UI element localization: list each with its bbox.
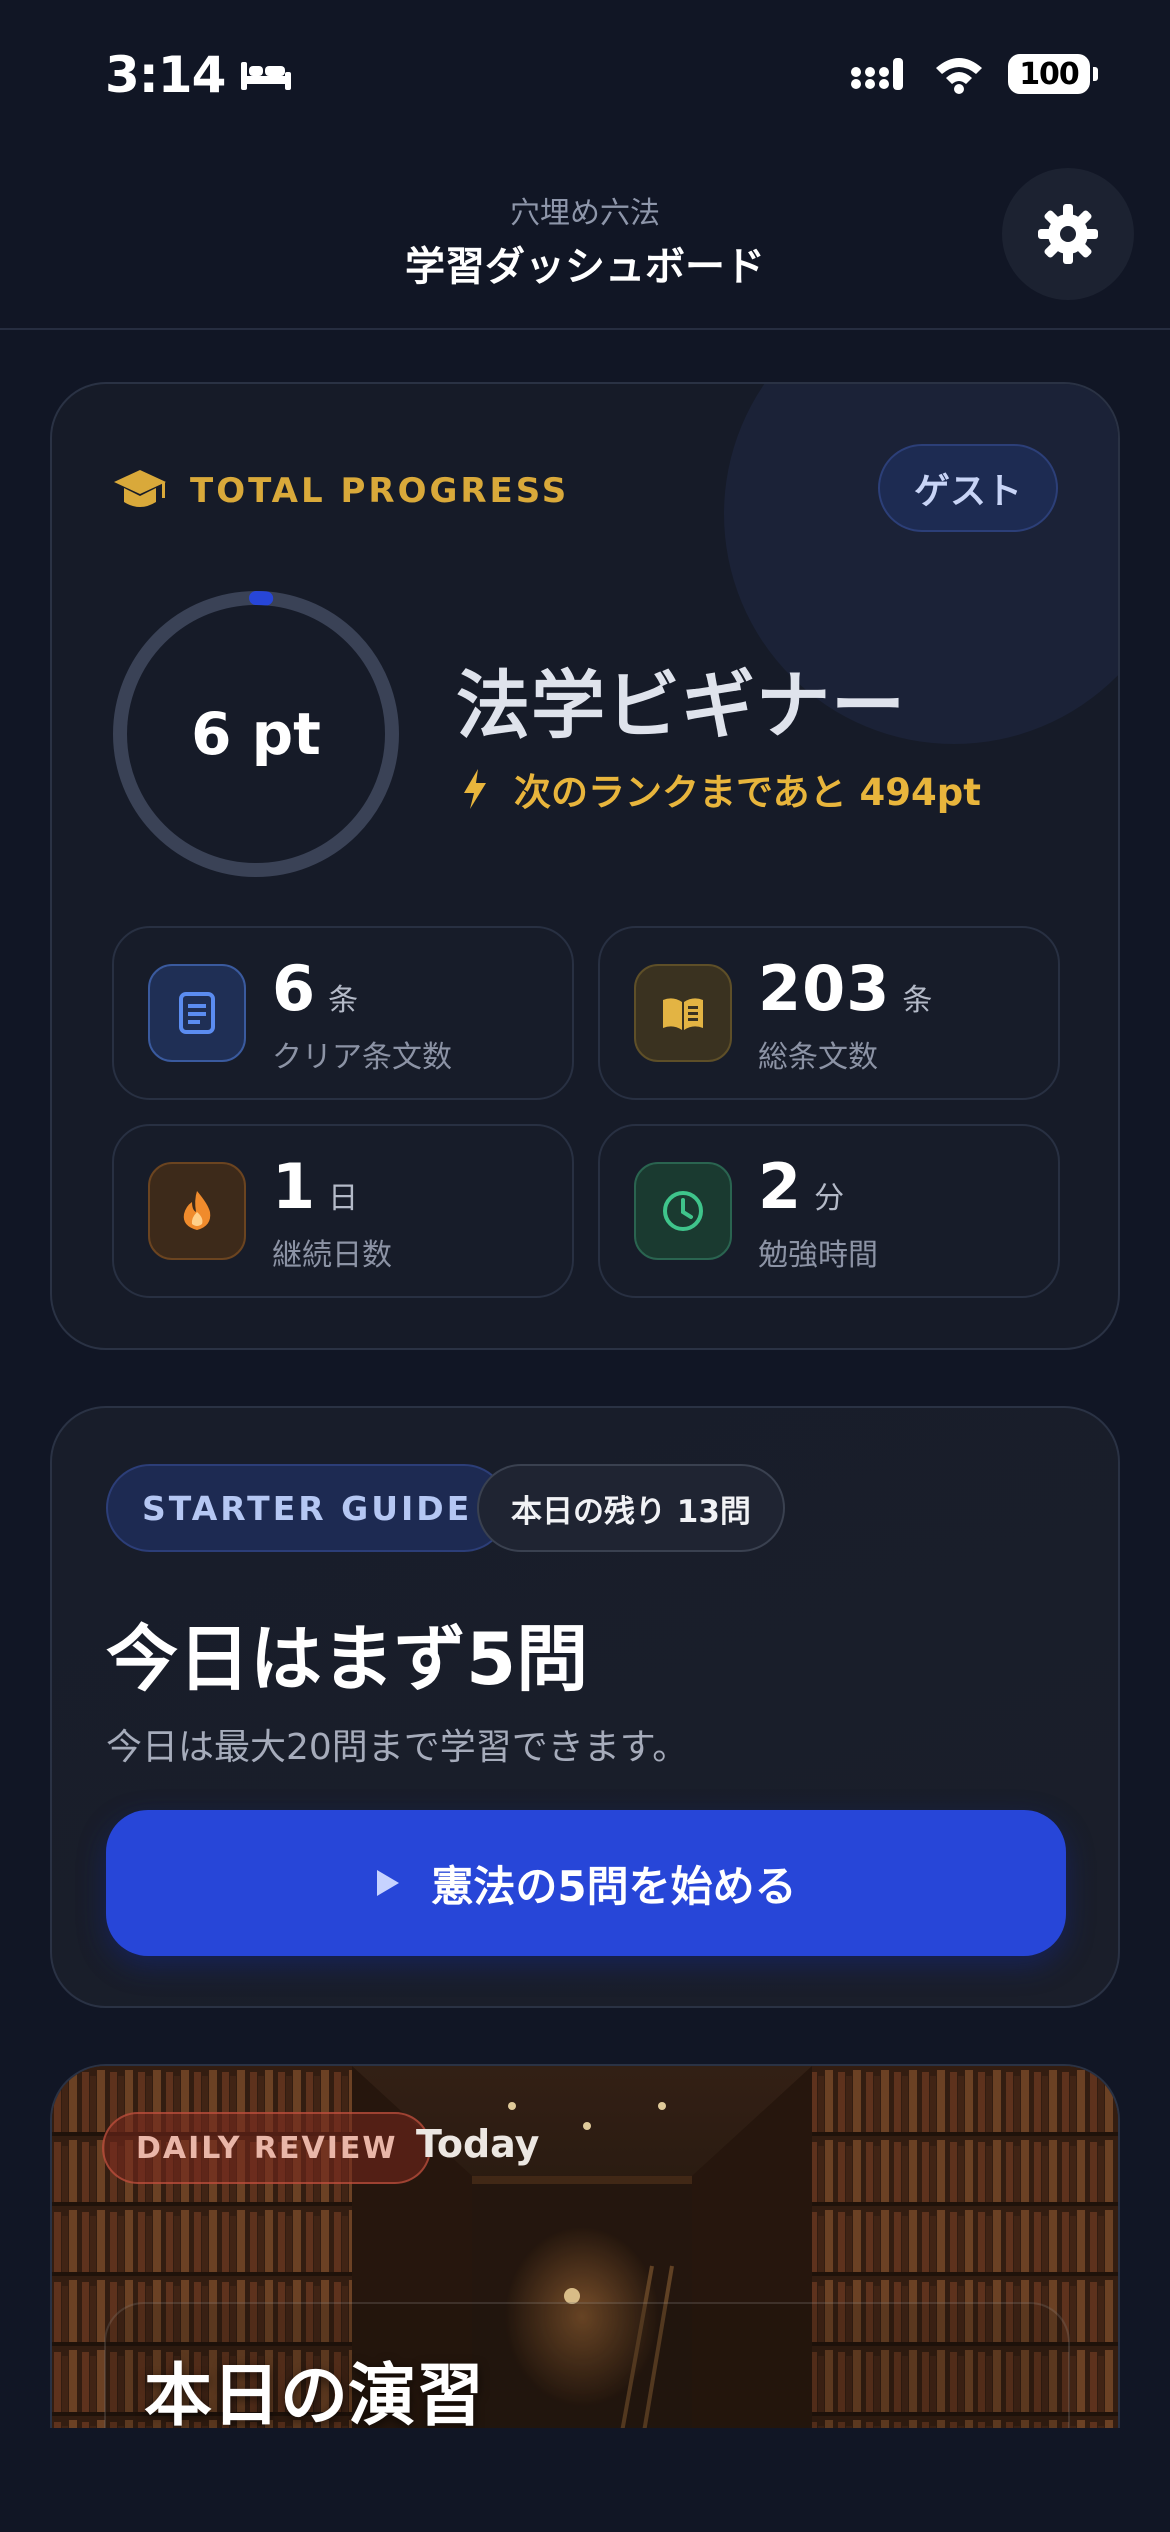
points-ring: 6 pt: [110, 588, 402, 880]
stat-streak-days: 1 日 継続日数: [112, 1124, 574, 1298]
rank-title: 法学ビギナー: [456, 663, 906, 749]
battery-indicator: 100: [1008, 54, 1098, 94]
cellular-signal-icon: [851, 58, 903, 90]
settings-button[interactable]: [1002, 168, 1134, 300]
header: 穴埋め六法 学習ダッシュボード: [0, 168, 1170, 330]
play-icon: [377, 1870, 400, 1896]
status-bar: 3:14 100: [0, 0, 1170, 140]
stat-total-articles: 203 条 総条文数: [598, 926, 1060, 1100]
remaining-questions-badge: 本日の残り 13問: [477, 1464, 785, 1552]
stat-value-row: 203 条: [758, 952, 932, 1025]
bottom-background: [0, 2428, 1170, 2532]
stat-icon-box: [634, 1162, 732, 1260]
app-name: 穴埋め六法: [510, 196, 660, 231]
daily-review-card[interactable]: DAILY REVIEW Today 本日の演習: [50, 2064, 1120, 2430]
stat-unit: 条: [328, 983, 359, 1018]
stat-value-row: 2 分: [758, 1150, 844, 1223]
user-status-badge[interactable]: ゲスト: [878, 444, 1058, 532]
stat-cleared-articles: 6 条 クリア条文数: [112, 926, 574, 1100]
stat-value: 6: [272, 952, 317, 1025]
stat-unit: 条: [902, 983, 933, 1018]
stat-icon-box: [148, 1162, 246, 1260]
next-rank-text: 次のランクまであと 494pt: [514, 771, 981, 814]
stat-label: 勉強時間: [758, 1238, 878, 1273]
page-title: 学習ダッシュボード: [405, 244, 765, 290]
stat-value: 203: [758, 952, 891, 1025]
stat-label: 継続日数: [272, 1238, 392, 1273]
progress-label-text: TOTAL PROGRESS: [190, 471, 570, 511]
stat-icon-box: [148, 964, 246, 1062]
progress-label: TOTAL PROGRESS: [112, 468, 569, 514]
starter-guide-card: STARTER GUIDE 本日の残り 13問 今日はまず5問 今日は最大20問…: [50, 1406, 1120, 2008]
daily-title: 本日の演習: [144, 2357, 485, 2430]
status-time: 3:14: [105, 46, 293, 104]
wifi-icon: [936, 58, 982, 94]
dashboard-screen: 3:14 100 穴埋め六法 学習ダッシュボード TOTAL PROGRESS …: [0, 0, 1170, 2532]
time-text: 3:14: [105, 46, 226, 104]
start-questions-button[interactable]: 憲法の5問を始める: [106, 1810, 1066, 1956]
points-value: 6 pt: [191, 700, 321, 768]
stat-label: 総条文数: [758, 1040, 878, 1075]
flame-icon: [183, 1191, 211, 1230]
stat-unit: 分: [814, 1181, 845, 1216]
document-icon: [179, 992, 215, 1034]
daily-review-badge: DAILY REVIEW: [102, 2112, 432, 2184]
gear-icon: [1038, 204, 1098, 264]
starter-title: 今日はまず5問: [106, 1617, 589, 1701]
stat-study-time: 2 分 勉強時間: [598, 1124, 1060, 1298]
graduation-cap-icon: [114, 470, 166, 507]
stat-label: クリア条文数: [272, 1040, 452, 1075]
stat-value: 2: [758, 1150, 803, 1223]
book-icon: [663, 998, 703, 1030]
total-progress-card: TOTAL PROGRESS ゲスト 6 pt 法学ビギナー 次のランクまであと…: [50, 382, 1120, 1350]
stat-icon-box: [634, 964, 732, 1062]
stat-value-row: 6 条: [272, 952, 358, 1025]
today-label: Today: [416, 2122, 540, 2166]
starter-description: 今日は最大20問まで学習できます。: [106, 1727, 689, 1768]
lightning-icon: [464, 769, 486, 809]
bed-icon: [241, 62, 292, 90]
clock-icon: [663, 1191, 703, 1231]
stat-value-row: 1 日: [272, 1150, 358, 1223]
starter-guide-badge: STARTER GUIDE: [106, 1464, 509, 1552]
next-rank-info: 次のランクまであと 494pt: [460, 762, 981, 816]
start-button-label: 憲法の5問を始める: [431, 1861, 797, 1911]
status-icons: 100: [850, 54, 1098, 94]
stat-unit: 日: [328, 1181, 359, 1216]
stat-value: 1: [272, 1150, 317, 1223]
